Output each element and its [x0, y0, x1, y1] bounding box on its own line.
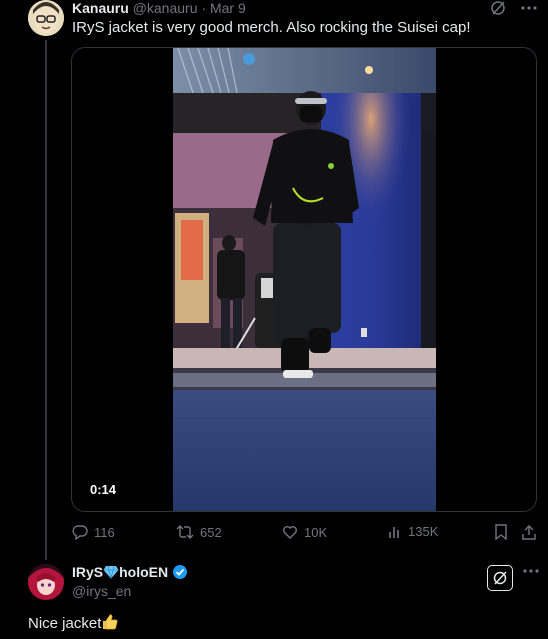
share-button[interactable] — [522, 524, 536, 540]
repost-count: 652 — [200, 524, 222, 540]
grok-icon[interactable] — [490, 0, 506, 16]
reply-author-name[interactable]: IRyS — [72, 564, 103, 580]
more-icon[interactable] — [522, 568, 540, 574]
reply-author-avatar[interactable] — [28, 564, 64, 600]
video-frame[interactable] — [173, 48, 436, 511]
author-handle[interactable]: @kanauru — [133, 0, 198, 16]
views-button[interactable]: 135K — [388, 524, 438, 539]
reply-header: IRyS holoEN — [72, 564, 188, 580]
repost-icon — [176, 524, 194, 540]
thread-line — [45, 40, 47, 560]
diamond-emoji — [103, 565, 119, 579]
bookmark-button[interactable] — [494, 524, 508, 540]
share-icon — [522, 524, 536, 540]
grok-icon[interactable] — [487, 565, 513, 591]
reply-text-row: Nice jacket — [28, 613, 119, 632]
reply-count: 116 — [94, 524, 115, 540]
reply-text: Nice jacket — [28, 615, 102, 632]
more-icon[interactable] — [520, 5, 538, 11]
views-count: 135K — [408, 524, 439, 539]
tweet-top-icons — [490, 0, 538, 16]
tweet-date[interactable]: Mar 9 — [210, 0, 246, 16]
video-timestamp: 0:14 — [90, 482, 117, 497]
action-bar: 116 652 10K 135K — [72, 524, 538, 544]
tweet-text: IRyS jacket is very good merch. Also roc… — [72, 19, 471, 36]
tweet-header: Kanauru @kanauru · Mar 9 — [72, 0, 246, 16]
author-name[interactable]: Kanauru — [72, 0, 129, 16]
reply-author-handle[interactable]: @irys_en — [72, 583, 131, 599]
thumbs-up-emoji — [101, 613, 119, 631]
bookmark-icon — [494, 524, 508, 540]
date-separator: · — [201, 0, 207, 16]
video-player[interactable]: 0:14 — [71, 47, 537, 512]
reply-icon — [72, 524, 88, 540]
views-icon — [388, 525, 402, 539]
author-avatar[interactable] — [28, 0, 64, 36]
reply-name-suffix[interactable]: holoEN — [119, 564, 168, 580]
like-count: 10K — [304, 524, 328, 540]
reply-button[interactable]: 116 — [72, 524, 115, 540]
repost-button[interactable]: 652 — [176, 524, 222, 540]
verified-icon — [172, 564, 188, 580]
like-button[interactable]: 10K — [282, 524, 327, 540]
like-icon — [282, 524, 298, 540]
